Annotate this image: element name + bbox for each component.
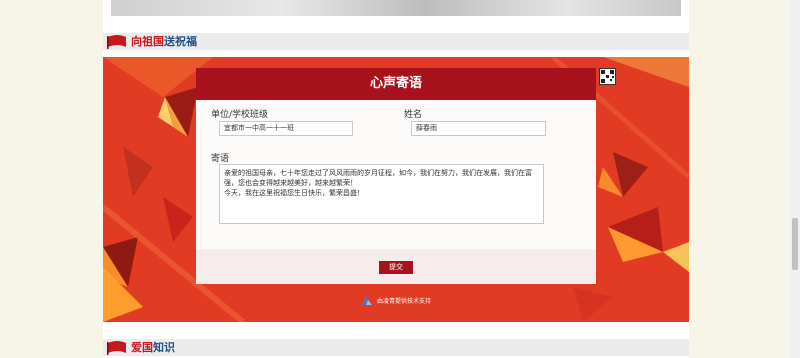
message-textarea[interactable]: 亲爱的祖国母亲，七十年您走过了风风雨雨的岁月征程，如今，我们在努力，我们在发展，… [219, 164, 544, 224]
submit-button[interactable]: 提交 [379, 261, 413, 274]
form-title: 心声寄语 [369, 76, 422, 91]
message-line: 今天，我在这里祝福您生日快乐，繁荣昌盛！ [224, 189, 364, 197]
name-label: 姓名 [404, 110, 423, 120]
scrollbar-thumb[interactable] [792, 218, 798, 270]
unit-label: 单位/学校班级 [211, 110, 269, 120]
top-banner-image [111, 0, 681, 16]
red-flag-icon [107, 341, 126, 355]
powered-by: 由凌青提供技术支持 [362, 296, 431, 306]
vertical-scrollbar[interactable] [789, 0, 800, 358]
powered-by-text: 由凌青提供技术支持 [377, 298, 432, 305]
section-header-blessing: 向祖国送祝福 [103, 33, 689, 50]
red-flag-icon [107, 35, 126, 49]
name-field[interactable]: 薛春雨 [411, 121, 546, 136]
qr-code-icon[interactable] [599, 68, 616, 85]
provider-logo-icon [362, 296, 372, 305]
message-line: 亲爱的祖国母亲，七十年您走过了风风雨雨的岁月征程，如今，我们在努力，我们在发展，… [224, 169, 532, 177]
section-header-knowledge: 爱国知识 [103, 339, 689, 356]
message-line: 强，您也会变得越来越美好，越来越繁荣！ [224, 179, 357, 187]
section-title-blessing: 向祖国送祝福 [131, 35, 197, 48]
section-title-knowledge: 爱国知识 [131, 341, 175, 354]
unit-field[interactable]: 宜都市一中高一十一班 [219, 121, 353, 136]
message-label: 寄语 [211, 154, 230, 164]
